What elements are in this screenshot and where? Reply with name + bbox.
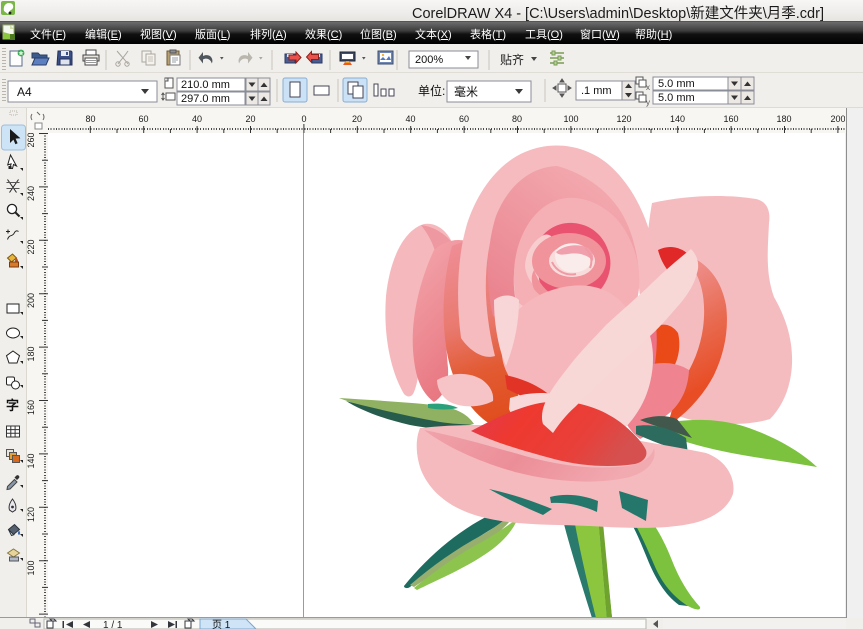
svg-text:240: 240 [27,186,36,201]
svg-text:60: 60 [138,114,148,124]
svg-text:140: 140 [27,453,36,468]
svg-text:40: 40 [405,114,415,124]
svg-text:160: 160 [27,400,36,415]
svg-text:毫米: 毫米 [454,84,478,99]
svg-text:x: x [646,83,650,92]
svg-text:20: 20 [245,114,255,124]
svg-text:.1 mm: .1 mm [581,85,612,97]
svg-text:80: 80 [85,114,95,124]
svg-text:180: 180 [27,346,36,361]
svg-text:5.0 mm: 5.0 mm [658,78,695,90]
svg-text:单位:: 单位: [418,83,445,98]
svg-text:220: 220 [27,239,36,254]
svg-text:120: 120 [616,114,631,124]
svg-text:160: 160 [723,114,738,124]
svg-text:210.0 mm: 210.0 mm [181,79,230,91]
svg-text:100: 100 [563,114,578,124]
svg-text:20: 20 [352,114,362,124]
svg-text:200: 200 [830,114,845,124]
svg-text:贴齐: 贴齐 [500,52,524,67]
svg-text:40: 40 [192,114,202,124]
svg-text:字: 字 [6,398,19,413]
svg-text:120: 120 [27,507,36,522]
svg-text:80: 80 [512,114,522,124]
svg-text:60: 60 [459,114,469,124]
svg-text:297.0 mm: 297.0 mm [181,93,230,105]
svg-text:1 / 1: 1 / 1 [103,620,123,629]
svg-text:5.0 mm: 5.0 mm [658,92,695,104]
svg-text:A4: A4 [17,85,32,99]
svg-text:200%: 200% [415,54,443,66]
svg-text:100: 100 [27,560,36,575]
svg-text:0: 0 [301,114,306,124]
svg-text:y: y [646,98,650,107]
svg-text:200: 200 [27,293,36,308]
svg-text:140: 140 [670,114,685,124]
svg-text:260: 260 [27,133,36,148]
svg-text:180: 180 [776,114,791,124]
svg-text:页 1: 页 1 [212,619,231,629]
